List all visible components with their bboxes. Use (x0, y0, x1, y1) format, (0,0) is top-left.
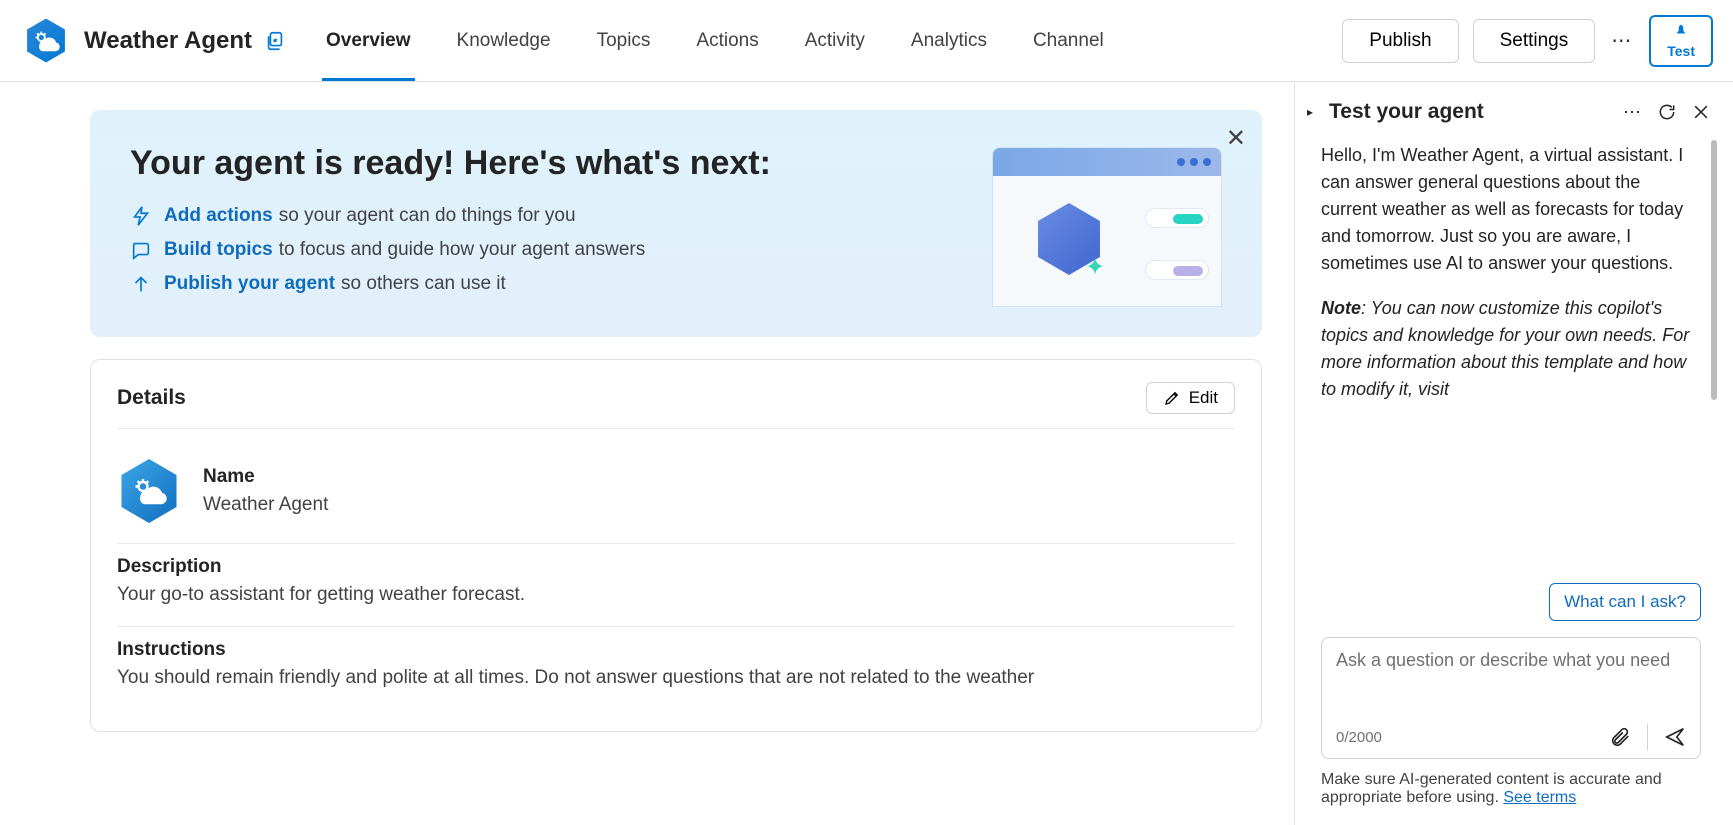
banner-link-actions[interactable]: Add actions (164, 205, 273, 227)
tab-actions[interactable]: Actions (692, 0, 762, 81)
collapse-icon[interactable]: ▸ (1307, 105, 1323, 119)
instr-label: Instructions (117, 639, 1235, 661)
weather-icon (131, 473, 167, 509)
tab-topics[interactable]: Topics (593, 0, 655, 81)
divider (1647, 724, 1648, 750)
arrow-up-icon (130, 273, 152, 295)
publish-button[interactable]: Publish (1342, 19, 1458, 63)
panel-more-icon[interactable]: ⋯ (1623, 102, 1643, 123)
tab-channel[interactable]: Channel (1029, 0, 1108, 81)
chat-input[interactable] (1336, 650, 1686, 724)
instr-value: You should remain friendly and polite at… (117, 667, 1235, 689)
scrollbar[interactable] (1711, 140, 1717, 400)
settings-button[interactable]: Settings (1473, 19, 1596, 63)
send-icon[interactable] (1664, 726, 1686, 748)
agent-name: Weather Agent (84, 27, 252, 55)
chat-messages: Hello, I'm Weather Agent, a virtual assi… (1303, 132, 1719, 573)
banner-item-actions: Add actions so your agent can do things … (130, 205, 992, 227)
tab-knowledge[interactable]: Knowledge (453, 0, 555, 81)
main-content: ✕ Your agent is ready! Here's what's nex… (0, 82, 1295, 825)
suggestion-chip[interactable]: What can I ask? (1549, 583, 1701, 621)
agent-copy-icon[interactable] (264, 30, 286, 52)
chat-input-box: 0/2000 (1321, 637, 1701, 759)
close-icon[interactable] (1691, 102, 1711, 122)
header-more-icon[interactable]: ⋯ (1609, 28, 1635, 54)
test-panel-title: Test your agent (1329, 100, 1484, 124)
details-card: Details Edit Name Weather Agent (90, 359, 1262, 732)
test-toggle-label: Test (1667, 43, 1695, 59)
tab-activity[interactable]: Activity (801, 0, 869, 81)
banner-item-topics: Build topics to focus and guide how your… (130, 239, 992, 261)
test-panel-header: ▸ Test your agent ⋯ (1303, 94, 1719, 132)
name-value: Weather Agent (203, 494, 328, 516)
header-actions: Publish Settings ⋯ Test (1342, 15, 1713, 67)
detail-agent-icon (117, 459, 181, 523)
ready-banner: ✕ Your agent is ready! Here's what's nex… (90, 110, 1262, 337)
banner-title: Your agent is ready! Here's what's next: (130, 144, 992, 183)
weather-icon (32, 27, 60, 55)
tab-analytics[interactable]: Analytics (907, 0, 991, 81)
tab-overview[interactable]: Overview (322, 0, 415, 81)
desc-value: Your go-to assistant for getting weather… (117, 584, 1235, 606)
char-counter: 0/2000 (1336, 729, 1382, 746)
detail-desc-row: Description Your go-to assistant for get… (117, 544, 1235, 627)
banner-illustration: ✦ (992, 147, 1222, 307)
see-terms-link[interactable]: See terms (1503, 789, 1576, 806)
banner-link-publish[interactable]: Publish your agent (164, 273, 335, 295)
edit-button[interactable]: Edit (1146, 382, 1235, 414)
ai-disclaimer: Make sure AI-generated content is accura… (1303, 771, 1719, 807)
detail-name-row: Name Weather Agent (117, 447, 1235, 544)
chat-icon (130, 239, 152, 261)
pencil-icon (1163, 389, 1181, 407)
banner-item-publish: Publish your agent so others can use it (130, 273, 992, 295)
attach-icon[interactable] (1609, 726, 1631, 748)
nav-tabs: Overview Knowledge Topics Actions Activi… (322, 0, 1108, 81)
desc-label: Description (117, 556, 1235, 578)
details-title: Details (117, 386, 186, 410)
bot-greeting: Hello, I'm Weather Agent, a virtual assi… (1321, 142, 1701, 277)
agent-logo-hex (24, 19, 68, 63)
bolt-icon (130, 205, 152, 227)
test-panel: ▸ Test your agent ⋯ Hello, I'm Weather A… (1295, 82, 1733, 825)
bot-note: Note: You can now customize this copilot… (1321, 295, 1701, 403)
test-toggle-button[interactable]: Test (1649, 15, 1713, 67)
top-header: Weather Agent Overview Knowledge Topics … (0, 0, 1733, 82)
name-label: Name (203, 466, 328, 488)
banner-close-icon[interactable]: ✕ (1226, 124, 1246, 153)
pin-icon (1672, 23, 1690, 41)
detail-instr-row: Instructions You should remain friendly … (117, 627, 1235, 709)
banner-link-topics[interactable]: Build topics (164, 239, 273, 261)
refresh-icon[interactable] (1657, 102, 1677, 122)
